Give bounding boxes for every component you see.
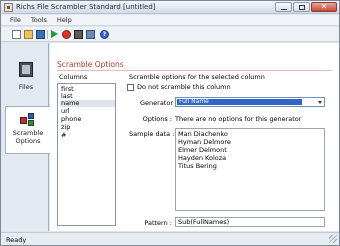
status-text: Ready <box>6 236 27 244</box>
menu-file[interactable]: File <box>5 15 26 25</box>
options-label: Options : <box>142 115 172 123</box>
section-divider <box>57 70 332 71</box>
status-bar: Ready <box>1 232 339 245</box>
nav-tab-label: Scramble Options <box>12 129 44 145</box>
list-item-selected[interactable]: name <box>60 100 115 107</box>
save-icon[interactable] <box>36 30 45 39</box>
options-icon[interactable] <box>86 30 95 39</box>
sample-data-label: Sample data : <box>129 130 175 138</box>
minimize-icon <box>281 9 287 10</box>
scramble-icon <box>20 113 36 127</box>
sample-data-line: Hyman Delmore <box>178 138 231 146</box>
menu-tools[interactable]: Tools <box>26 15 52 25</box>
maximize-icon <box>299 5 305 10</box>
nav-tab-files[interactable]: Files <box>4 55 48 103</box>
pattern-field[interactable]: Sub(FullNames) <box>175 217 325 227</box>
files-icon <box>19 62 33 77</box>
window-controls: ✕ <box>275 2 337 12</box>
toolbar-separator <box>47 30 48 39</box>
options-header: Scramble options for the selected column <box>129 73 265 81</box>
maximize-button[interactable] <box>293 2 310 12</box>
chevron-down-icon[interactable] <box>318 101 322 104</box>
sample-data-line: Man Diachenko <box>178 130 228 138</box>
close-button[interactable]: ✕ <box>311 2 337 12</box>
scramble-options-panel: Scramble Options Columns first last name… <box>50 43 339 231</box>
options-text: There are no options for this generator <box>175 115 302 123</box>
title-bar[interactable]: Richs File Scrambler Standard [untitled]… <box>1 1 339 14</box>
close-icon: ✕ <box>320 2 328 11</box>
menu-help[interactable]: Help <box>52 15 77 25</box>
open-icon[interactable] <box>24 30 33 39</box>
nav-tab-label: Files <box>18 83 34 91</box>
app-window: Richs File Scrambler Standard [untitled]… <box>0 0 340 246</box>
list-item[interactable]: phone <box>60 116 115 123</box>
columns-list[interactable]: first last name url phone zip # <box>57 83 116 226</box>
app-icon <box>4 3 13 12</box>
help-icon[interactable]: ? <box>100 30 109 39</box>
resize-grip-icon[interactable] <box>329 235 337 243</box>
sample-data-box: Man Diachenko Hyman Delmore Elmer Delmon… <box>175 128 325 211</box>
menu-bar: File Tools Help <box>1 15 339 26</box>
columns-header: Columns <box>59 73 88 81</box>
generator-select[interactable]: Full Name <box>175 97 325 107</box>
sample-data-line: Hayden Koloza <box>178 154 227 162</box>
list-item[interactable]: # <box>60 132 115 139</box>
section-title: Scramble Options <box>57 60 124 69</box>
minimize-button[interactable] <box>275 2 292 12</box>
stop-icon[interactable] <box>62 30 71 39</box>
list-item[interactable]: url <box>60 108 115 115</box>
run-icon[interactable] <box>51 30 58 38</box>
generator-label: Generator : <box>140 99 178 107</box>
toolbar: ? <box>1 27 339 42</box>
sample-data-line: Elmer Delmont <box>178 146 227 154</box>
list-item[interactable]: zip <box>60 124 115 131</box>
generator-value: Full Name <box>177 99 302 105</box>
sample-data-line: Titus Bering <box>178 162 217 170</box>
dont-scramble-label[interactable]: Do not scramble this column <box>137 83 231 91</box>
window-title: Richs File Scrambler Standard [untitled] <box>16 3 156 11</box>
settings-icon[interactable] <box>74 30 83 39</box>
pattern-label: Pattern : <box>144 219 172 227</box>
nav-tab-scramble-options[interactable]: Scramble Options <box>5 106 50 154</box>
dont-scramble-checkbox[interactable] <box>127 84 134 91</box>
new-icon[interactable] <box>12 30 21 39</box>
side-navigation: Files Scramble Options <box>1 43 50 231</box>
